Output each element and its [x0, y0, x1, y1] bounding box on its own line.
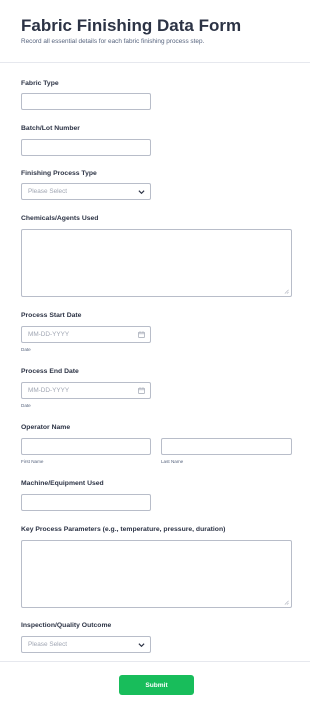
- batch-lot-label: Batch/Lot Number: [21, 125, 80, 132]
- operator-first-name-input[interactable]: [21, 438, 151, 455]
- finishing-process-label: Finishing Process Type: [21, 170, 97, 177]
- inspection-label: Inspection/Quality Outcome: [21, 622, 112, 629]
- inspection-placeholder: Please Select: [28, 641, 68, 648]
- operator-label: Operator Name: [21, 424, 71, 431]
- start-date-label: Process Start Date: [21, 312, 82, 319]
- submit-button[interactable]: Submit: [119, 675, 194, 695]
- resize-grip-icon[interactable]: [284, 600, 289, 605]
- machine-input[interactable]: [21, 494, 151, 511]
- chemicals-textarea[interactable]: [21, 229, 292, 297]
- end-date-sublabel: Date: [21, 403, 31, 408]
- last-name-sublabel: Last Name: [161, 459, 184, 464]
- start-date-input[interactable]: MM-DD-YYYY: [21, 326, 151, 343]
- end-date-placeholder: MM-DD-YYYY: [28, 387, 70, 394]
- parameters-label: Key Process Parameters (e.g., temperatur…: [21, 526, 226, 533]
- end-date-input[interactable]: MM-DD-YYYY: [21, 382, 151, 399]
- start-date-placeholder: MM-DD-YYYY: [28, 331, 70, 338]
- fabric-type-label: Fabric Type: [21, 80, 59, 87]
- form-title: Fabric Finishing Data Form: [21, 16, 242, 35]
- inspection-select[interactable]: Please Select: [21, 636, 151, 653]
- finishing-process-select[interactable]: Please Select: [21, 183, 151, 200]
- operator-last-name-input[interactable]: [161, 438, 292, 455]
- resize-grip-icon[interactable]: [284, 289, 289, 294]
- end-date-label: Process End Date: [21, 368, 79, 375]
- calendar-icon[interactable]: [138, 387, 145, 394]
- chevron-down-icon: [138, 190, 145, 195]
- form-footer: Submit: [0, 661, 310, 712]
- fabric-type-input[interactable]: [21, 93, 151, 110]
- form-subtitle: Record all essential details for each fa…: [21, 38, 205, 45]
- start-date-sublabel: Date: [21, 347, 31, 352]
- finishing-process-placeholder: Please Select: [28, 188, 68, 195]
- calendar-icon[interactable]: [138, 331, 145, 338]
- form-header: Fabric Finishing Data Form Record all es…: [0, 0, 310, 63]
- first-name-sublabel: First Name: [21, 459, 44, 464]
- machine-label: Machine/Equipment Used: [21, 480, 104, 487]
- parameters-textarea[interactable]: [21, 540, 292, 608]
- batch-lot-input[interactable]: [21, 139, 151, 156]
- chevron-down-icon: [138, 643, 145, 648]
- chemicals-label: Chemicals/Agents Used: [21, 215, 99, 222]
